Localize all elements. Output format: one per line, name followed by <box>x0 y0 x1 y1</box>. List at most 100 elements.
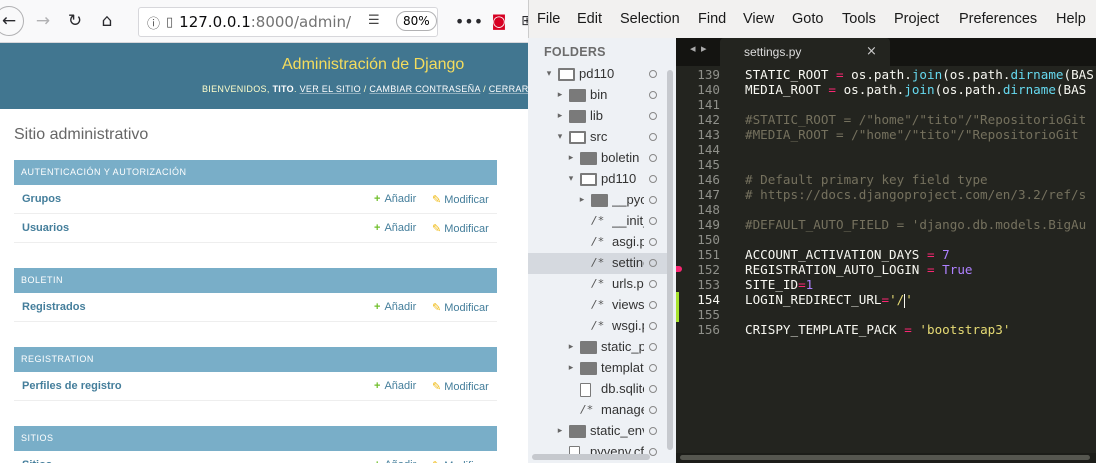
tree-item[interactable]: ▸ boletin <box>528 148 668 169</box>
menu-preferences[interactable]: Preferences <box>959 11 1037 27</box>
menu-find[interactable]: Find <box>698 11 726 27</box>
disclosure-open-icon[interactable]: ▾ <box>544 69 554 79</box>
tab-bar: ◂ ▸ settings.py × <box>676 38 1096 66</box>
menu-help[interactable]: Help <box>1056 11 1086 27</box>
tree-item[interactable]: ▸ lib <box>528 106 668 127</box>
tree-item[interactable]: /* asgi.py <box>528 232 668 253</box>
tab-settings-py[interactable]: settings.py × <box>720 38 890 66</box>
code-token: (os.path. <box>934 82 1003 97</box>
menu-view[interactable]: View <box>743 11 774 27</box>
add-label: Añadir <box>384 301 417 313</box>
code-token: STATIC_ROOT <box>745 67 836 82</box>
browser-window: ← → ↻ ⌂ ⓘ ▯ 127.0.0.1:8000/admin/ ☰ 80% … <box>0 0 528 463</box>
tree-item[interactable]: /* manage.py <box>528 400 668 421</box>
change-password-link[interactable]: CAMBIAR CONTRASEÑA <box>369 84 480 94</box>
tree-item[interactable]: ▾ src <box>528 127 668 148</box>
disclosure-closed-icon[interactable]: ▸ <box>555 426 565 436</box>
editor-horizontal-scrollbar[interactable] <box>676 453 1096 463</box>
address-bar[interactable]: ⓘ ▯ 127.0.0.1:8000/admin/ <box>138 7 438 37</box>
extensions-button[interactable]: ⊞ <box>514 8 528 34</box>
tree-item[interactable]: ▾ pd110 <box>528 169 668 190</box>
reload-button[interactable]: ↻ <box>62 8 88 34</box>
disclosure-closed-icon[interactable]: ▸ <box>577 195 587 205</box>
add-link[interactable]: +Añadir <box>374 301 416 313</box>
disclosure-open-icon[interactable]: ▾ <box>555 132 565 142</box>
tree-item[interactable]: /* urls.py <box>528 274 668 295</box>
code-line: 146 # Default primary key field type <box>676 172 1096 187</box>
add-link[interactable]: +Añadir <box>374 193 416 205</box>
sidebar-scrollbar[interactable] <box>667 70 673 450</box>
tree-item[interactable]: ▸ static_pro <box>528 337 668 358</box>
code-line: 153 SITE_ID=1 <box>676 277 1096 292</box>
info-shield-icon[interactable]: ⓘ <box>147 13 160 32</box>
module-caption[interactable]: SITIOS <box>14 426 497 451</box>
add-link[interactable]: +Añadir <box>374 222 416 234</box>
model-link[interactable]: Perfiles de registro <box>22 380 122 392</box>
module-caption[interactable]: REGISTRATION <box>14 347 497 372</box>
pocket-button[interactable]: ◙ <box>486 8 512 34</box>
file-status-icon <box>649 175 657 183</box>
disclosure-closed-icon[interactable]: ▸ <box>566 153 576 163</box>
folder-icon <box>580 341 597 354</box>
file-status-icon <box>649 112 657 120</box>
tree-item[interactable]: db.sqlite3 <box>528 379 668 400</box>
python-file-icon: /* <box>591 214 605 227</box>
welcome-text: BIENVENIDOS, <box>202 84 270 94</box>
code-line: 150 <box>676 232 1096 247</box>
model-link[interactable]: Sitios <box>22 459 52 463</box>
add-link[interactable]: +Añadir <box>374 380 416 392</box>
model-link[interactable]: Grupos <box>22 193 61 205</box>
model-link[interactable]: Registrados <box>22 301 86 313</box>
sidebar-horizontal-scrollbar[interactable] <box>532 454 650 460</box>
forward-button[interactable]: → <box>30 8 56 34</box>
change-link[interactable]: ✎Modificar <box>432 222 489 235</box>
tab-nav-arrows[interactable]: ◂ ▸ <box>690 42 708 55</box>
logout-link[interactable]: CERRAR SESI <box>489 84 528 94</box>
menu-tools[interactable]: Tools <box>842 11 876 27</box>
code-editor[interactable]: 139 STATIC_ROOT = os.path.join(os.path.di… <box>676 66 1096 463</box>
menu-project[interactable]: Project <box>894 11 939 27</box>
browser-toolbar: ← → ↻ ⌂ ⓘ ▯ 127.0.0.1:8000/admin/ ☰ 80% … <box>0 0 528 43</box>
change-link[interactable]: ✎Modificar <box>432 459 489 463</box>
tree-item[interactable]: /* settings.py <box>528 253 668 274</box>
change-link[interactable]: ✎Modificar <box>432 301 489 314</box>
code-text: # https://docs.djangoproject.com/en/3.2/… <box>745 187 1086 202</box>
add-link[interactable]: +Añadir <box>374 459 416 463</box>
tree-item[interactable]: ▾ pd110 <box>528 64 668 85</box>
tree-item[interactable]: /* __init__.py <box>528 211 668 232</box>
change-link[interactable]: ✎Modificar <box>432 380 489 393</box>
zoom-level-button[interactable]: 80% <box>396 11 437 31</box>
reader-view-icon[interactable]: ☰ <box>368 13 380 28</box>
menu-file[interactable]: File <box>537 11 560 27</box>
code-token: (BAS <box>1055 82 1087 97</box>
tree-item[interactable]: ▸ __pycache__ <box>528 190 668 211</box>
code-line: 154 LOGIN_REDIRECT_URL='/' <box>676 292 1096 308</box>
home-button[interactable]: ⌂ <box>94 8 120 34</box>
disclosure-closed-icon[interactable]: ▸ <box>566 342 576 352</box>
change-link[interactable]: ✎Modificar <box>432 193 489 206</box>
disclosure-closed-icon[interactable]: ▸ <box>566 363 576 373</box>
tree-item[interactable]: /* wsgi.py <box>528 316 668 337</box>
tree-item-label: settings.py <box>612 255 644 270</box>
close-icon[interactable]: × <box>866 44 877 59</box>
disclosure-closed-icon[interactable]: ▸ <box>555 111 565 121</box>
module-caption[interactable]: BOLETIN <box>14 268 497 293</box>
tree-item[interactable]: ▸ templates <box>528 358 668 379</box>
module-caption[interactable]: AUTENTICACIÓN Y AUTORIZACIÓN <box>14 160 497 185</box>
tree-item[interactable]: ▸ bin <box>528 85 668 106</box>
tree-item[interactable]: /* views.py <box>528 295 668 316</box>
menu-edit[interactable]: Edit <box>577 11 602 27</box>
tree-item-label: manage.py <box>601 402 644 417</box>
disclosure-closed-icon[interactable]: ▸ <box>555 90 565 100</box>
model-link[interactable]: Usuarios <box>22 222 69 234</box>
more-button[interactable]: ••• <box>455 8 483 34</box>
disclosure-open-icon[interactable]: ▾ <box>566 174 576 184</box>
folder-open-icon <box>569 131 586 144</box>
site-title[interactable]: Administración de Django <box>282 56 464 74</box>
view-site-link[interactable]: VER EL SITIO <box>300 84 361 94</box>
scrollbar-thumb[interactable] <box>680 455 1090 460</box>
menu-goto[interactable]: Goto <box>792 11 823 27</box>
tree-item[interactable]: ▸ static_env <box>528 421 668 442</box>
back-button[interactable]: ← <box>0 6 24 36</box>
menu-selection[interactable]: Selection <box>620 11 680 27</box>
